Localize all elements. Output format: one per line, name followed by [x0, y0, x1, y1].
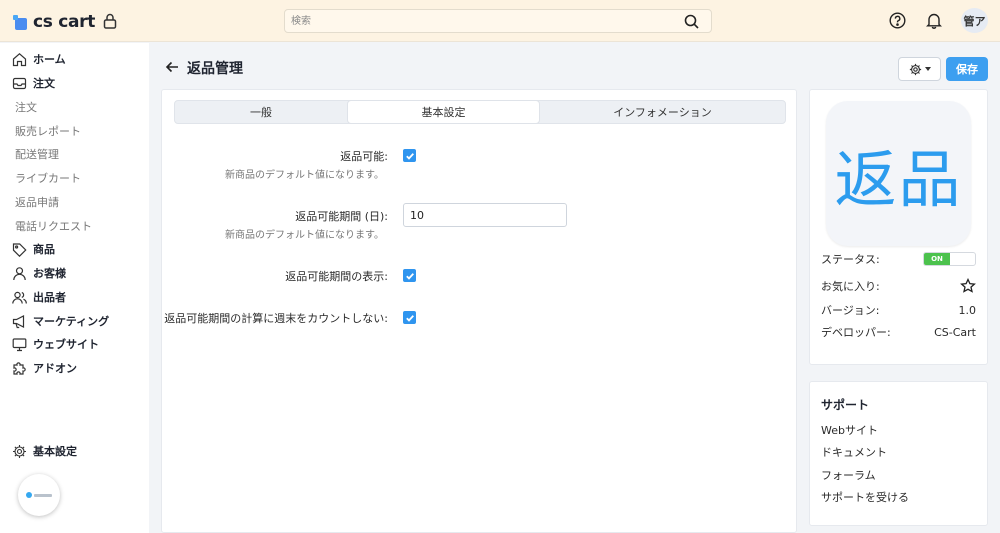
- support-link-get-support[interactable]: サポートを受ける: [821, 489, 909, 505]
- developer-label: デベロッパー:: [821, 326, 891, 339]
- sidebar-item-label: 返品申請: [15, 196, 59, 209]
- check-icon: [405, 314, 414, 322]
- sidebar-item-orders[interactable]: 注文: [12, 74, 55, 92]
- sidebar-item-settings[interactable]: 基本設定: [12, 442, 77, 460]
- returnable-hint: 新商品のデフォルト値になります。: [225, 170, 384, 181]
- sidebar-item-orders-list[interactable]: 注文: [15, 98, 37, 116]
- sidebar-item-marketing[interactable]: マーケティング: [12, 312, 109, 330]
- logo-icon: [13, 14, 28, 30]
- sidebar-item-label: アドオン: [33, 362, 77, 375]
- star-icon[interactable]: [960, 278, 976, 294]
- favorite-label: お気に入り:: [821, 280, 880, 293]
- show-period-checkbox[interactable]: [403, 269, 416, 282]
- chevron-down-icon: [924, 67, 931, 71]
- sidebar-item-label: 基本設定: [33, 445, 77, 458]
- top-bar: cs cart 管ア: [0, 0, 1000, 42]
- status-label: ステータス:: [821, 253, 880, 266]
- sidebar-item-label: 出品者: [33, 291, 66, 304]
- puzzle-icon: [13, 361, 26, 375]
- sidebar-item-home[interactable]: ホーム: [12, 50, 66, 68]
- show-period-label: 返品可能期間の表示:: [285, 270, 388, 283]
- search-box: [284, 9, 712, 33]
- inbox-icon: [12, 77, 27, 89]
- developer-row: デベロッパー: CS-Cart: [821, 323, 976, 341]
- return-period-hint: 新商品のデフォルト値になります。: [225, 230, 384, 241]
- returnable-checkbox[interactable]: [403, 149, 416, 162]
- addon-icon: 返品: [826, 101, 971, 246]
- check-icon: [405, 272, 414, 280]
- status-toggle[interactable]: ON: [923, 252, 976, 266]
- status-toggle-on: ON: [924, 253, 950, 265]
- user-icon: [13, 266, 26, 280]
- status-row: ステータス: ON: [821, 250, 976, 268]
- sidebar-item-website[interactable]: ウェブサイト: [12, 335, 99, 353]
- tab-settings[interactable]: 基本設定: [347, 100, 540, 124]
- exclude-weekends-checkbox[interactable]: [403, 311, 416, 324]
- support-card: サポート Webサイト ドキュメント フォーラム サポートを受ける: [809, 381, 988, 526]
- save-button[interactable]: 保存: [946, 57, 988, 81]
- help-chat-widget[interactable]: [18, 474, 60, 516]
- sidebar-item-label: 配送管理: [15, 148, 59, 161]
- megaphone-icon: [12, 314, 25, 328]
- monitor-icon: [12, 337, 27, 351]
- favorite-row: お気に入り:: [821, 277, 976, 295]
- logo-text: cs cart: [33, 12, 96, 32]
- support-link-forum[interactable]: フォーラム: [821, 467, 876, 483]
- tab-bar: 一般 基本設定 インフォメーション: [174, 100, 786, 124]
- sidebar-item-label: ライブカート: [15, 172, 81, 185]
- sidebar-item-addons[interactable]: アドオン: [12, 359, 77, 377]
- sidebar-item-vendors[interactable]: 出品者: [12, 288, 66, 306]
- sidebar-item-label: お客様: [33, 267, 66, 280]
- return-period-input[interactable]: [403, 203, 567, 227]
- version-row: バージョン: 1.0: [821, 301, 976, 319]
- sidebar-item-label: 電話リクエスト: [15, 220, 92, 233]
- addon-icon-text: 返品: [834, 142, 963, 216]
- search-input[interactable]: [291, 13, 671, 29]
- sidebar-item-call-requests[interactable]: 電話リクエスト: [15, 217, 92, 235]
- sidebar-item-label: 商品: [33, 243, 55, 256]
- gear-icon: [909, 63, 921, 75]
- support-title: サポート: [821, 398, 870, 412]
- sidebar-item-sales-reports[interactable]: 販売レポート: [15, 122, 81, 140]
- sidebar: ホーム 注文 注文 販売レポート 配送管理 ライブカート 返品申請 電話リクエス…: [0, 43, 149, 533]
- gear-icon: [13, 444, 26, 458]
- settings-dropdown-button[interactable]: [898, 57, 941, 81]
- sidebar-item-label: 注文: [15, 101, 37, 114]
- support-link-website[interactable]: Webサイト: [821, 422, 878, 438]
- tag-icon: [12, 242, 27, 257]
- check-icon: [405, 152, 414, 160]
- search-icon[interactable]: [684, 14, 699, 29]
- back-arrow-icon[interactable]: [165, 60, 179, 74]
- bell-icon[interactable]: [926, 12, 942, 29]
- sidebar-item-customers[interactable]: お客様: [12, 264, 66, 282]
- exclude-weekends-label: 返品可能期間の計算に週末をカウントしない:: [164, 312, 388, 325]
- version-label: バージョン:: [821, 304, 880, 317]
- version-value: 1.0: [958, 303, 977, 317]
- sidebar-item-return-requests[interactable]: 返品申請: [15, 193, 59, 211]
- sidebar-item-label: ウェブサイト: [33, 338, 99, 351]
- sidebar-item-live-carts[interactable]: ライブカート: [15, 169, 81, 187]
- returnable-label: 返品可能:: [340, 150, 388, 163]
- return-period-label: 返品可能期間 (日):: [295, 210, 388, 223]
- widget-logo-icon: [26, 492, 52, 498]
- tab-general[interactable]: 一般: [175, 101, 347, 123]
- sidebar-item-label: ホーム: [33, 53, 66, 66]
- addon-info-card: 返品 ステータス: ON お気に入り: バージョン: 1.0 デベロッパー: C…: [809, 89, 988, 365]
- home-icon: [12, 52, 27, 66]
- sidebar-item-label: 販売レポート: [15, 125, 81, 138]
- support-link-docs[interactable]: ドキュメント: [821, 444, 887, 460]
- sidebar-item-label: マーケティング: [33, 315, 110, 328]
- sidebar-item-shipments[interactable]: 配送管理: [15, 145, 59, 163]
- page-title: 返品管理: [187, 61, 243, 77]
- logo[interactable]: cs cart: [13, 12, 95, 32]
- help-icon[interactable]: [889, 12, 906, 29]
- lock-icon[interactable]: [103, 13, 117, 29]
- sidebar-item-products[interactable]: 商品: [12, 240, 55, 258]
- developer-value: CS-Cart: [934, 325, 976, 339]
- sidebar-item-label: 注文: [33, 77, 55, 90]
- tab-information[interactable]: インフォメーション: [540, 101, 785, 123]
- avatar[interactable]: 管ア: [961, 8, 988, 33]
- settings-panel: 一般 基本設定 インフォメーション 返品可能: 新商品のデフォルト値になります。…: [161, 89, 797, 533]
- users-icon: [12, 291, 27, 304]
